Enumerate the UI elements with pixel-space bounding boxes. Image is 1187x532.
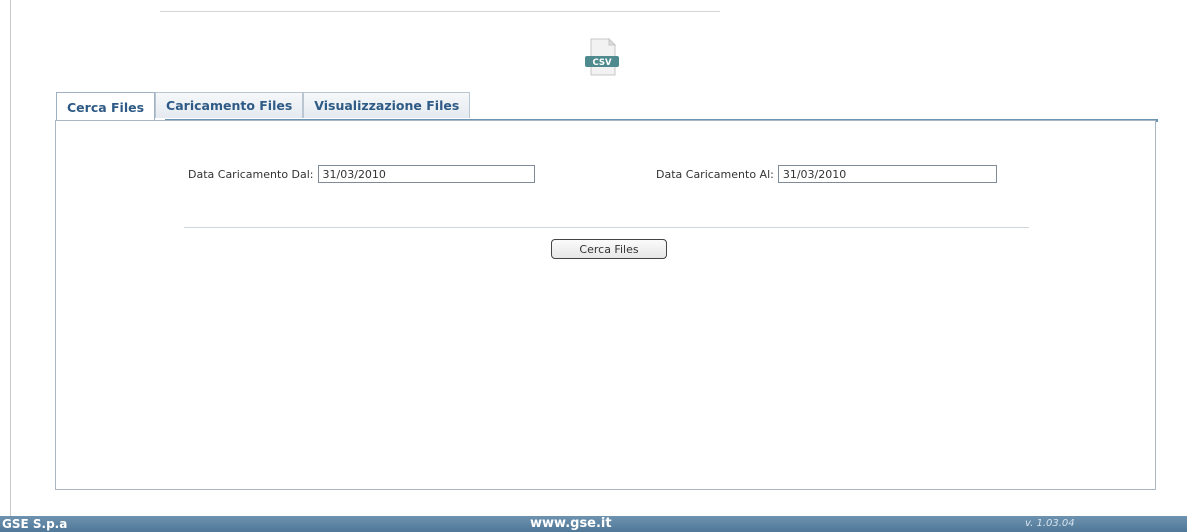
date-from-row: Data Caricamento Dal: bbox=[188, 165, 535, 183]
form-separator bbox=[184, 227, 1029, 228]
csv-file-icon: CSV bbox=[581, 36, 623, 78]
tab-visualizzazione-files[interactable]: Visualizzazione Files bbox=[303, 92, 471, 118]
date-to-label: Data Caricamento Al: bbox=[656, 167, 774, 181]
date-to-row: Data Caricamento Al: bbox=[656, 165, 997, 183]
csv-icon-label: CSV bbox=[592, 58, 612, 68]
date-from-label: Data Caricamento Dal: bbox=[188, 167, 314, 181]
date-from-input[interactable] bbox=[317, 165, 535, 183]
tab-cerca-files[interactable]: Cerca Files bbox=[56, 92, 156, 121]
footer-company: GSE S.p.a bbox=[2, 517, 68, 531]
tab-bar: Cerca Files Caricamento Files Visualizza… bbox=[56, 92, 471, 121]
frame-border-top bbox=[160, 11, 720, 12]
tab-caricamento-files[interactable]: Caricamento Files bbox=[155, 92, 304, 118]
footer-version: v. 1.03.04 bbox=[1025, 518, 1075, 529]
app-window: CSV Cerca Files Caricamento Files Visual… bbox=[0, 0, 1187, 532]
footer-website-link[interactable]: www.gse.it bbox=[530, 516, 612, 532]
footer-bar: GSE S.p.a www.gse.it v. 1.03.04 bbox=[0, 516, 1187, 532]
date-to-input[interactable] bbox=[777, 165, 997, 183]
search-panel: Data Caricamento Dal: Data Caricamento A… bbox=[55, 120, 1156, 490]
cerca-files-button[interactable]: Cerca Files bbox=[551, 239, 667, 259]
frame-border-left bbox=[10, 0, 11, 516]
